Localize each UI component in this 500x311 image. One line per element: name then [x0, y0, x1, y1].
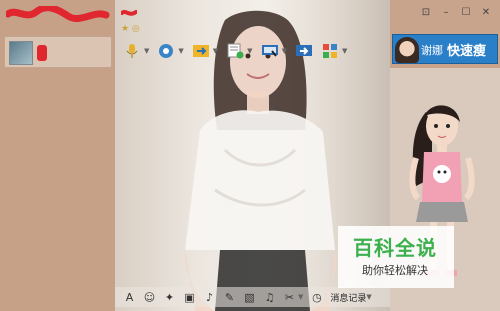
chevron-down-icon[interactable]: ▼: [366, 293, 371, 301]
watermark: 百科全说 助你轻松解决: [340, 232, 450, 288]
chevron-down-icon[interactable]: ▼: [342, 47, 347, 55]
watermark-subtitle: 助你轻松解决: [362, 264, 428, 277]
maximize-icon[interactable]: ☐: [460, 6, 472, 18]
share-screen-icon[interactable]: [293, 41, 315, 61]
scissors-icon[interactable]: ✂: [281, 289, 298, 305]
window-controls: ⊡ – ☐ ✕: [420, 6, 492, 18]
music-icon[interactable]: ♫: [261, 289, 278, 305]
contact-list-item[interactable]: [4, 36, 112, 68]
minimize-icon[interactable]: –: [440, 6, 452, 18]
voice-message-icon[interactable]: ♪: [201, 289, 218, 305]
video-clip-icon[interactable]: ▣: [181, 289, 198, 305]
ad-name: 谢娜: [421, 44, 443, 57]
magic-wand-icon[interactable]: ✦: [161, 289, 178, 305]
chevron-down-icon[interactable]: ▼: [178, 47, 183, 55]
chevron-down-icon[interactable]: ▼: [144, 47, 149, 55]
microphone-icon[interactable]: [121, 41, 143, 61]
watermark-title: 百科全说: [353, 236, 437, 260]
emoji-icon[interactable]: ☺: [141, 289, 158, 305]
chevron-down-icon[interactable]: ▼: [213, 47, 218, 55]
camera-icon[interactable]: [155, 41, 177, 61]
font-icon[interactable]: A: [121, 289, 138, 305]
clock-icon[interactable]: ◷: [308, 289, 325, 305]
edit-icon[interactable]: ✎: [221, 289, 238, 305]
message-record-button[interactable]: 消息记录: [330, 291, 366, 304]
remote-desktop-icon[interactable]: [259, 41, 281, 61]
file-transfer-icon[interactable]: [190, 41, 212, 61]
ad-slogan: 快速瘦: [447, 44, 487, 59]
close-icon[interactable]: ✕: [480, 6, 492, 18]
input-toolbar: A ☺ ✦ ▣ ♪ ✎ ▧ ♫ ✂ ▼ ◷ 消息记录 ▼: [115, 287, 390, 307]
status-icons: ★ ◎: [121, 24, 140, 34]
apps-grid-icon[interactable]: [319, 41, 341, 61]
ad-banner[interactable]: 谢娜 快速瘦: [392, 34, 498, 64]
ad-portrait: [395, 37, 419, 63]
contact-panel: [0, 0, 115, 311]
redacted-account-name: [6, 6, 110, 22]
image-icon[interactable]: ▧: [241, 289, 258, 305]
pin-icon[interactable]: ⊡: [420, 6, 432, 18]
redacted-chat-title: [121, 9, 137, 16]
chevron-down-icon[interactable]: ▼: [247, 47, 252, 55]
chevron-down-icon[interactable]: ▼: [298, 293, 303, 301]
contact-avatar: [9, 41, 33, 65]
redacted-contact-name: [37, 45, 47, 61]
chevron-down-icon[interactable]: ▼: [282, 47, 287, 55]
screenshot-doc-icon[interactable]: [224, 41, 246, 61]
chat-toolbar: ▼ ▼ ▼ ▼ ▼ ▼: [115, 38, 390, 64]
